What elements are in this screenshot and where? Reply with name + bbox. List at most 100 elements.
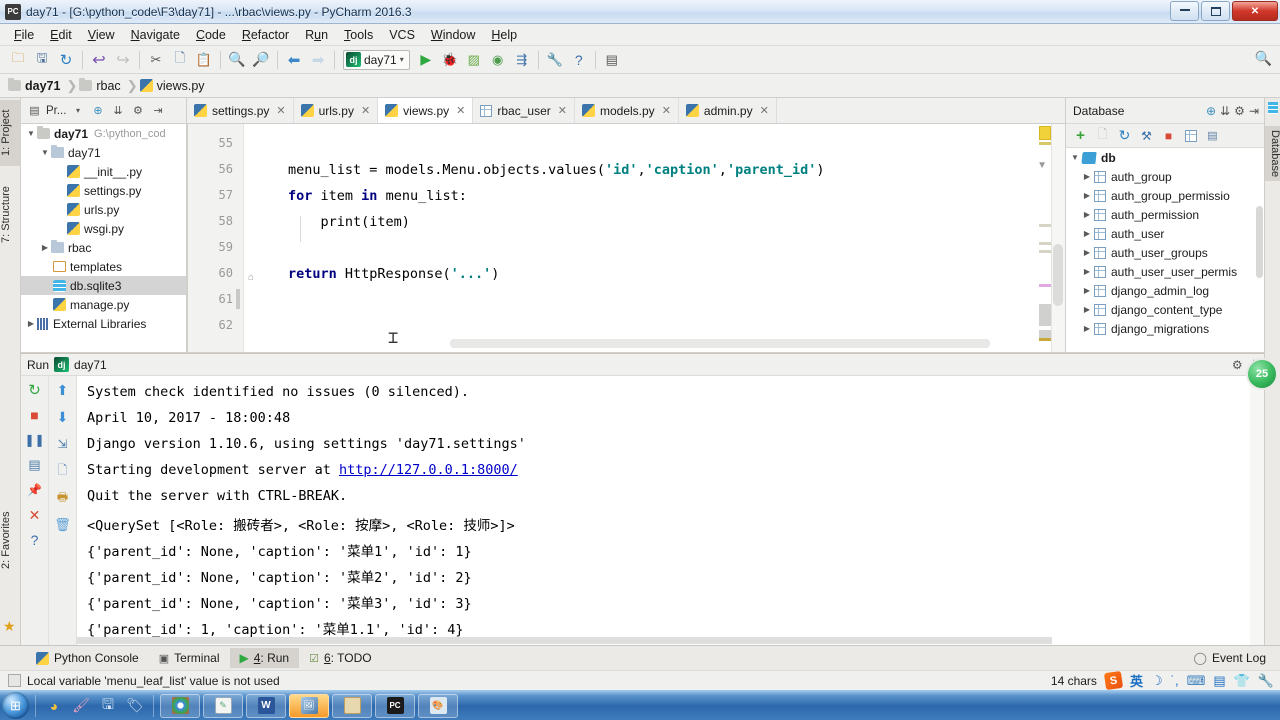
bottom-tab-todo[interactable]: ☑ 6: TODO <box>299 648 381 668</box>
breadcrumb-item-views[interactable]: views.py <box>139 79 209 93</box>
code-fold-icon[interactable]: ⌂ <box>248 272 258 283</box>
db-node-db[interactable]: ▼ db <box>1066 148 1264 167</box>
chevron-down-icon[interactable]: ▼ <box>25 129 37 138</box>
menu-view[interactable]: View <box>80 26 123 44</box>
soft-wrap-icon[interactable]: ⇲ <box>54 435 72 453</box>
chevron-right-icon[interactable]: ▶ <box>1080 286 1094 295</box>
export-icon[interactable]: 🗋 <box>54 462 72 480</box>
editor-gutter[interactable]: 55 56 57 58 59 60 61 62 <box>188 124 244 352</box>
chevron-right-icon[interactable]: ▶ <box>1080 210 1094 219</box>
hide-panel-icon[interactable]: ⇥ <box>1249 104 1259 118</box>
tree-node-rbac[interactable]: ▶ rbac <box>21 238 186 257</box>
editor-tab-urls[interactable]: urls.py ✕ <box>294 98 379 123</box>
tool-tab-database[interactable]: Database <box>1265 126 1280 182</box>
db-node-django-admin-log[interactable]: ▶ django_admin_log <box>1066 281 1264 300</box>
editor-marker-gutter[interactable] <box>1039 124 1051 352</box>
data-source-icon[interactable]: ⚒ <box>1138 127 1155 144</box>
menu-file[interactable]: File <box>6 26 42 44</box>
breadcrumb-item-rbac[interactable]: rbac <box>79 78 124 93</box>
taskbar-pycharm[interactable]: PC <box>375 693 415 718</box>
tree-node-manage-py[interactable]: manage.py <box>21 295 186 314</box>
close-icon[interactable]: ✕ <box>662 104 671 117</box>
ime-punct-icon[interactable]: ˙, <box>1171 673 1179 688</box>
run-console[interactable]: System check identified no issues (0 sil… <box>77 376 1264 645</box>
menu-run[interactable]: Run <box>297 26 336 44</box>
db-node-auth-group-permissions[interactable]: ▶ auth_group_permissio <box>1066 186 1264 205</box>
run-with-console-icon[interactable]: ⇶ <box>510 48 534 72</box>
ime-chinese-icon[interactable]: 英 <box>1130 671 1143 690</box>
taskbar-image-viewer[interactable]: 🖼 <box>289 693 329 718</box>
find-icon[interactable]: 🔍 <box>225 48 249 72</box>
chevron-right-icon[interactable]: ▶ <box>39 243 51 252</box>
breadcrumb-item-day71[interactable]: day71 <box>8 78 64 93</box>
refresh-icon[interactable]: ↻ <box>1116 127 1133 144</box>
help-icon[interactable]: ? <box>26 531 44 549</box>
scroll-up-icon[interactable]: ⬆ <box>54 381 72 399</box>
update-app-icon[interactable]: ▤ <box>600 48 624 72</box>
chevron-down-icon[interactable]: ▼ <box>1068 153 1082 162</box>
pin-icon[interactable]: 📌 <box>26 481 44 499</box>
taskbar-explorer[interactable] <box>332 693 372 718</box>
console-horizontal-scrollbar[interactable] <box>77 637 1052 644</box>
undo-icon[interactable]: ↩ <box>87 48 111 72</box>
db-node-auth-user-groups[interactable]: ▶ auth_user_groups <box>1066 243 1264 262</box>
tree-node-urls-py[interactable]: urls.py <box>21 200 186 219</box>
gear-icon[interactable]: ⚙ <box>1234 104 1245 118</box>
minimize-button[interactable] <box>1170 1 1199 21</box>
back-icon[interactable]: ⬅ <box>282 48 306 72</box>
ime-moon-icon[interactable]: ☽ <box>1151 673 1163 689</box>
tools-icon[interactable]: 🔧 <box>1258 673 1274 689</box>
help-icon[interactable]: ? <box>567 48 591 72</box>
editor-tab-views[interactable]: views.py ✕ <box>378 98 474 123</box>
paste-icon[interactable]: 📋 <box>192 48 216 72</box>
close-icon[interactable]: ✕ <box>760 104 769 117</box>
close-icon[interactable]: ✕ <box>276 104 285 117</box>
stop-icon[interactable]: ■ <box>1160 127 1177 144</box>
run-configuration-selector[interactable]: dj day71 ▾ <box>343 49 410 70</box>
db-node-auth-group[interactable]: ▶ auth_group <box>1066 167 1264 186</box>
profile-icon[interactable]: ◉ <box>486 48 510 72</box>
tree-node-wsgi-py[interactable]: wsgi.py <box>21 219 186 238</box>
taskbar-notepad[interactable]: ✎ <box>203 693 243 718</box>
hide-panel-icon[interactable]: ⇥ <box>149 102 166 119</box>
editor-vertical-scrollbar[interactable] <box>1051 124 1065 352</box>
cut-icon[interactable]: ✂ <box>144 48 168 72</box>
chevron-right-icon[interactable]: ▶ <box>1080 305 1094 314</box>
tree-node-db-sqlite3[interactable]: db.sqlite3 <box>21 276 186 295</box>
paint-icon[interactable]: 🖌 <box>69 694 93 718</box>
tree-node-day71-module[interactable]: ▼ day71 <box>21 143 186 162</box>
chevron-right-icon[interactable]: ▶ <box>1080 324 1094 333</box>
chevron-right-icon[interactable]: ▶ <box>1080 172 1094 181</box>
chevron-right-icon[interactable]: ▶ <box>1080 267 1094 276</box>
event-log-button[interactable]: ◯ Event Log <box>1194 651 1280 665</box>
close-icon[interactable]: ✕ <box>456 104 465 117</box>
save-icon[interactable]: 🖫 <box>96 694 120 718</box>
tree-node-external-libraries[interactable]: ▶ External Libraries <box>21 314 186 333</box>
settings-wrench-icon[interactable]: 🔧 <box>543 48 567 72</box>
tree-node-settings-py[interactable]: settings.py <box>21 181 186 200</box>
tool-tab-project[interactable]: 1: Project <box>0 100 21 166</box>
menu-navigate[interactable]: Navigate <box>123 26 188 44</box>
replace-icon[interactable]: 🔎 <box>249 48 273 72</box>
redo-icon[interactable]: ↪ <box>111 48 135 72</box>
sync-icon[interactable]: ↻ <box>54 48 78 72</box>
chevron-right-icon[interactable]: ▶ <box>1080 191 1094 200</box>
editor-tab-admin[interactable]: admin.py ✕ <box>679 98 777 123</box>
editor-tab-settings[interactable]: settings.py ✕ <box>187 98 294 123</box>
editor-horizontal-scrollbar[interactable] <box>450 339 990 348</box>
editor-tab-rbac-user[interactable]: rbac_user ✕ <box>473 98 575 123</box>
target-icon[interactable]: ⊕ <box>1206 104 1216 118</box>
taskbar-misc[interactable]: 🎨 <box>418 693 458 718</box>
sogou-icon[interactable]: S <box>1103 670 1124 691</box>
floating-counter-badge[interactable]: 25 <box>1246 358 1278 390</box>
db-node-auth-user[interactable]: ▶ auth_user <box>1066 224 1264 243</box>
gear-icon[interactable]: ⚙ <box>129 102 146 119</box>
menu-code[interactable]: Code <box>188 26 234 44</box>
menu-help[interactable]: Help <box>483 26 525 44</box>
table-icon[interactable] <box>1182 127 1199 144</box>
search-everywhere-icon[interactable]: 🔍 <box>1255 50 1272 67</box>
pinned-app-icon[interactable]: 🏷 <box>123 694 147 718</box>
keyboard-icon[interactable]: ⌨ <box>1187 673 1206 689</box>
forward-icon[interactable]: ➡ <box>306 48 330 72</box>
menu-edit[interactable]: Edit <box>42 26 80 44</box>
